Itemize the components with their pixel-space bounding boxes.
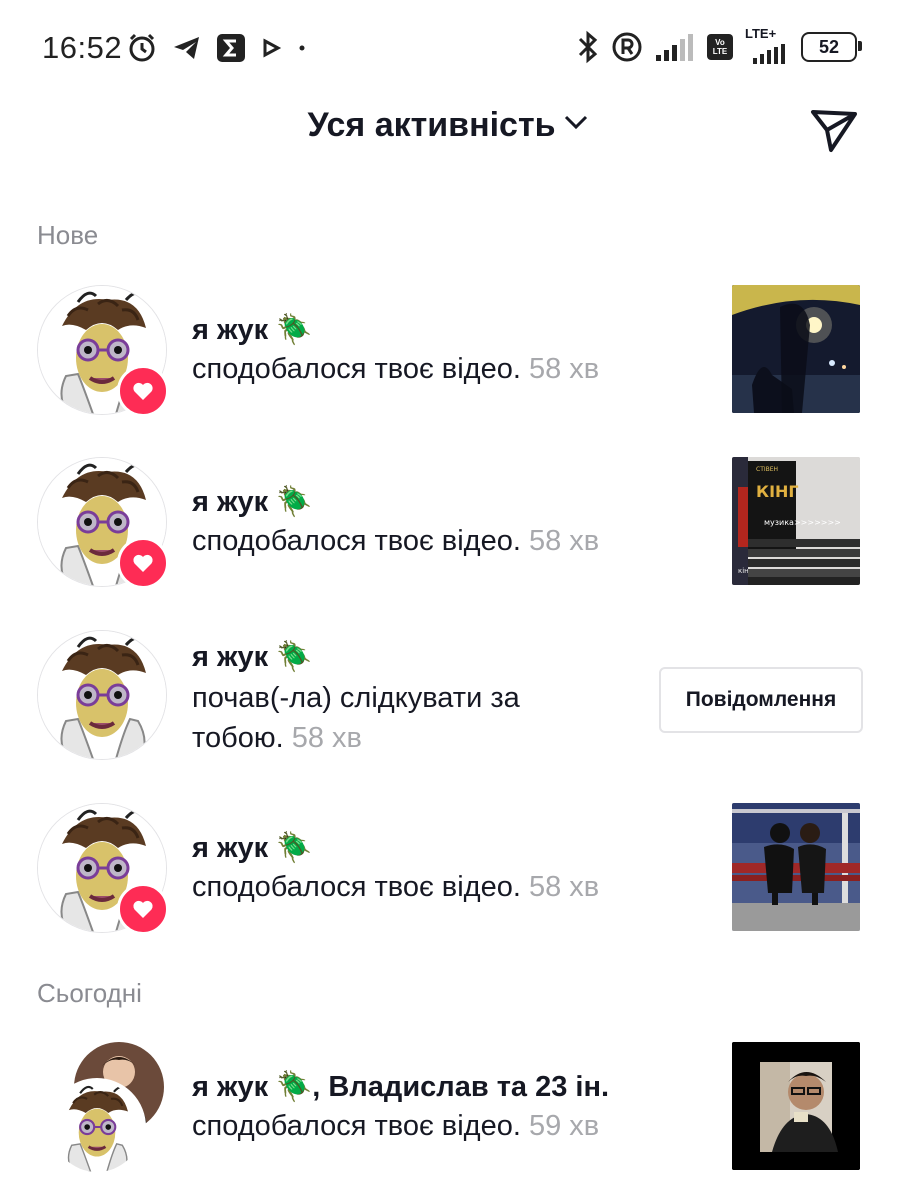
notification-row[interactable]: я жук 🪲 почав(-ла) слідкувати за тобою. … xyxy=(0,630,897,770)
alarm-icon xyxy=(126,32,158,64)
notification-row[interactable]: я жук 🪲 сподобалося твоє відео. 58 хв xyxy=(0,285,897,425)
notification-row[interactable]: я жук 🪲 сподобалося твоє відео. 58 хв СТ… xyxy=(0,457,897,597)
heart-badge-icon xyxy=(117,537,169,589)
lte-signal-icon: LTE+ xyxy=(745,26,789,64)
status-bar: 16:52 Vo LTE LTE+ 52 xyxy=(0,0,897,100)
user-names[interactable]: я жук 🪲 , Владислав та 23 ін. xyxy=(192,1070,609,1104)
time-ago: 59 хв xyxy=(528,1110,600,1142)
status-time: 16:52 xyxy=(42,30,123,65)
time-ago: 58 хв xyxy=(528,353,600,385)
activity-header: Уся активність xyxy=(0,100,897,160)
volte-bottom-text: LTE xyxy=(712,47,728,56)
page-title: Уся активність xyxy=(307,106,556,144)
notification-row[interactable]: я жук 🪲 сподобалося твоє відео. 58 хв xyxy=(0,803,897,943)
notification-text: сподобалося твоє відео. 58 хв xyxy=(192,521,712,561)
avatar[interactable] xyxy=(37,630,167,760)
heart-badge-icon xyxy=(117,365,169,417)
dot-icon xyxy=(296,42,308,54)
user-name-text: я жук xyxy=(192,485,269,518)
beetle-emoji: 🪲 xyxy=(276,486,313,518)
section-label-new: Нове xyxy=(37,220,99,250)
notification-row[interactable]: я жук 🪲 , Владислав та 23 ін. сподобалос… xyxy=(0,1042,897,1182)
beetle-emoji: 🪲 xyxy=(276,641,313,673)
action-text: сподобалося твоє відео. xyxy=(192,525,521,557)
user-name[interactable]: я жук 🪲 xyxy=(192,831,312,865)
heart-badge-icon xyxy=(117,883,169,935)
notification-text: сподобалося твоє відео. 59 хв xyxy=(192,1106,712,1146)
video-thumbnail[interactable] xyxy=(732,285,860,413)
time-ago: 58 хв xyxy=(528,525,600,557)
notification-text: сподобалося твоє відео. 58 хв xyxy=(192,349,712,389)
user-name-text: я жук xyxy=(192,313,269,346)
volte-top-text: Vo xyxy=(715,38,725,47)
user-name-text: я жук xyxy=(192,1070,269,1103)
action-text: сподобалося твоє відео. xyxy=(192,871,521,903)
battery-level: 52 xyxy=(818,36,840,57)
video-thumbnail[interactable] xyxy=(732,1042,860,1170)
time-ago: 58 хв xyxy=(291,722,362,754)
action-text: сподобалося твоє відео. xyxy=(192,1110,521,1142)
status-right-icons: Vo LTE LTE+ 52 xyxy=(577,26,862,64)
status-left-icons xyxy=(126,32,308,64)
registered-icon xyxy=(611,31,643,63)
book-author-text: СТІВЕН xyxy=(756,466,778,473)
section-label-today: Сьогодні xyxy=(37,978,142,1008)
user-name[interactable]: я жук 🪲 xyxy=(192,640,312,674)
beetle-emoji: 🪲 xyxy=(276,314,313,346)
play-icon xyxy=(260,37,282,59)
battery-icon: 52 xyxy=(801,32,862,62)
video-thumbnail[interactable]: СТІВЕН КІНГ музика>>>>>>> кінг xyxy=(732,457,860,585)
network-type: LTE+ xyxy=(745,26,777,41)
notification-text: сподобалося твоє відео. 58 хв xyxy=(192,867,712,907)
telegram-icon xyxy=(172,34,202,62)
thumb-caption-text: музика>>>>>>> xyxy=(764,518,841,527)
beetle-emoji: 🪲 xyxy=(276,1071,313,1103)
bluetooth-icon xyxy=(577,30,599,64)
message-button[interactable]: Повідомлення xyxy=(659,667,863,733)
activity-filter-dropdown[interactable]: Уся активність xyxy=(0,106,897,145)
time-ago: 58 хв xyxy=(528,871,600,903)
user-name[interactable]: я жук 🪲 xyxy=(192,485,312,519)
send-icon xyxy=(811,110,857,152)
book-title-text: КІНГ xyxy=(756,482,799,501)
avatar[interactable] xyxy=(48,1078,146,1176)
action-text: сподобалося твоє відео. xyxy=(192,353,521,385)
direct-messages-button[interactable] xyxy=(809,104,859,154)
user-name[interactable]: я жук 🪲 xyxy=(192,313,312,347)
user-name-text: я жук xyxy=(192,831,269,864)
sigma-app-icon xyxy=(216,33,246,63)
video-thumbnail[interactable] xyxy=(732,803,860,931)
volte-icon: Vo LTE xyxy=(707,34,733,60)
beetle-emoji: 🪲 xyxy=(276,832,313,864)
other-users-text: , Владислав та 23 ін. xyxy=(312,1070,610,1103)
user-name-text: я жук xyxy=(192,640,269,673)
signal-icon xyxy=(655,33,695,61)
chevron-down-icon xyxy=(562,106,590,145)
notification-text: почав(-ла) слідкувати за тобою. 58 хв xyxy=(192,678,562,758)
